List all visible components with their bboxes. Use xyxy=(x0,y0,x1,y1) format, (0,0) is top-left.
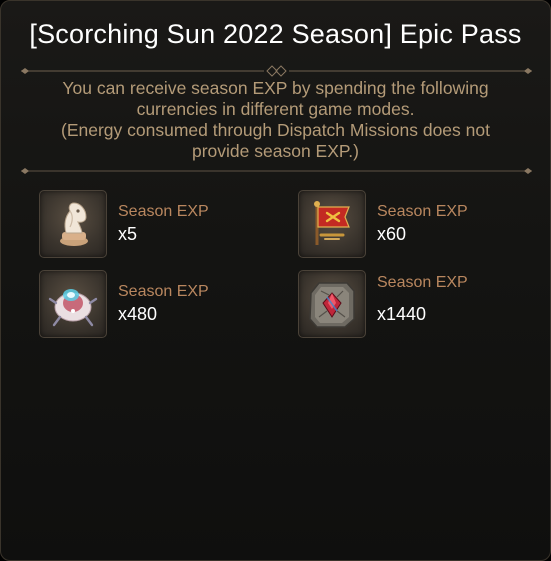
currency-item-spaceship: Season EXP x480 xyxy=(39,270,269,340)
item-label: Season EXP xyxy=(118,283,209,300)
description-line-4: provide season EXP.) xyxy=(191,141,359,161)
description-line-2: currencies in different game modes. xyxy=(136,99,415,119)
item-value: x60 xyxy=(377,224,407,244)
season-exp-info-panel: [Scorching Sun 2022 Season] Epic Pass Yo… xyxy=(0,0,551,561)
currency-item-stone-tablet: Season EXP x1440 xyxy=(298,270,528,340)
spaceship-disc-icon xyxy=(39,270,107,338)
chess-knight-icon xyxy=(39,190,107,258)
item-value: x1440 xyxy=(377,304,427,324)
item-value: x5 xyxy=(118,224,138,244)
item-label: Season EXP xyxy=(377,274,468,291)
currency-item-banner: Season EXP x60 xyxy=(298,190,528,260)
season-exp-description: You can receive season EXP by spending t… xyxy=(31,78,520,162)
bottom-divider xyxy=(21,168,532,174)
panel-title: [Scorching Sun 2022 Season] Epic Pass xyxy=(29,19,522,49)
item-label: Season EXP xyxy=(118,203,209,220)
item-label: Season EXP xyxy=(377,203,468,220)
war-banner-icon xyxy=(298,190,366,258)
currency-item-stamina: Season EXP x5 xyxy=(39,190,269,260)
description-line-3: (Energy consumed through Dispatch Missio… xyxy=(61,120,490,140)
top-divider xyxy=(21,65,532,77)
description-line-1: You can receive season EXP by spending t… xyxy=(62,78,489,98)
stone-tablet-gem-icon xyxy=(298,270,366,338)
item-value: x480 xyxy=(118,304,158,324)
